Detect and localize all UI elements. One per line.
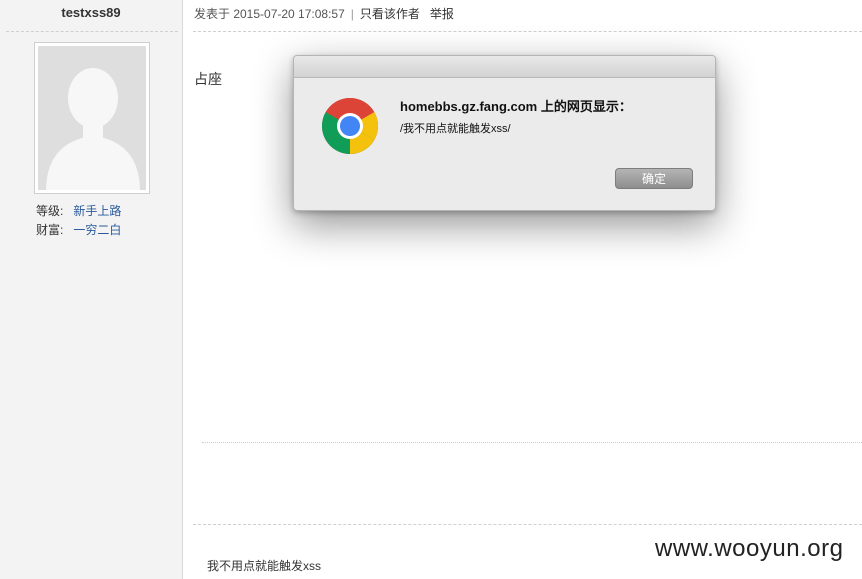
wealth-label: 财富: (36, 223, 64, 237)
author-wealth: 财富: 一穷二白 (36, 221, 121, 238)
post-signature: 我不用点就能触发xss (207, 559, 322, 573)
dialog-titlebar[interactable] (294, 56, 715, 78)
post-meta: 发表于 2015-07-20 17:08:57 | 只看该作者 举报 (194, 5, 454, 22)
author-username[interactable]: testxss89 (0, 5, 182, 20)
meta-divider (193, 31, 862, 32)
author-level: 等级: 新手上路 (36, 202, 121, 219)
alert-dialog: homebbs.gz.fang.com 上的网页显示： /我不用点就能触发xss… (293, 55, 716, 211)
meta-separator: | (350, 7, 354, 21)
content-divider (202, 442, 862, 443)
level-value[interactable]: 新手上路 (73, 204, 121, 218)
level-label: 等级: (36, 204, 64, 218)
dialog-message: /我不用点就能触发xss/ (400, 123, 511, 135)
dialog-title: homebbs.gz.fang.com 上的网页显示： (400, 99, 632, 114)
wealth-value[interactable]: 一穷二白 (73, 223, 121, 237)
ok-button[interactable]: 确定 (615, 168, 693, 189)
avatar-placeholder-icon (38, 46, 146, 190)
only-author-link[interactable]: 只看该作者 (360, 7, 420, 21)
chrome-logo-icon (321, 97, 379, 155)
avatar[interactable] (34, 42, 150, 194)
report-link[interactable]: 举报 (430, 7, 454, 21)
signature-divider (193, 524, 862, 525)
watermark: www.wooyun.org (655, 535, 844, 562)
sidebar-divider (6, 31, 178, 32)
post-timestamp: 发表于 2015-07-20 17:08:57 (194, 7, 345, 21)
author-sidebar: testxss89 等级: 新手上路 财富: 一穷二白 (0, 0, 183, 579)
post-body: 占座 (194, 71, 222, 87)
